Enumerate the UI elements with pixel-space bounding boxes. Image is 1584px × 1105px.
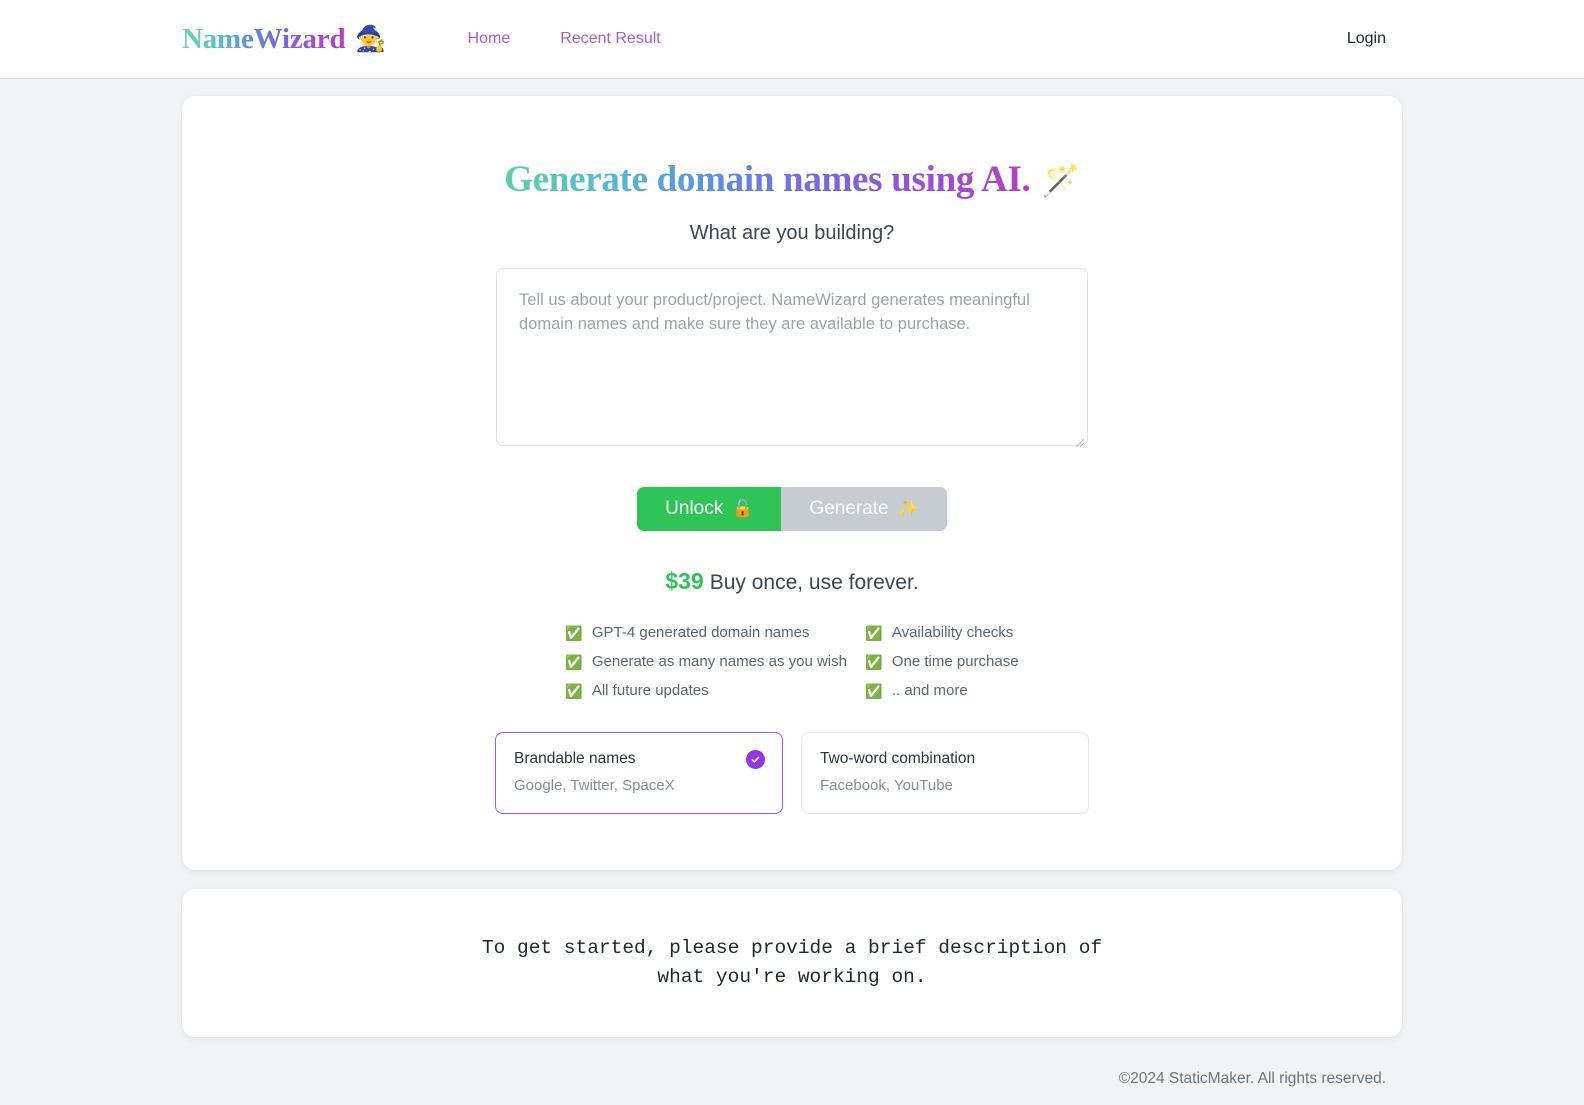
prompt-input[interactable]: [496, 268, 1088, 446]
login-link[interactable]: Login: [1347, 30, 1386, 48]
site-footer: ©2024 StaticMaker. All rights reserved.: [0, 1037, 1584, 1088]
feature-item: ✅ GPT-4 generated domain names: [565, 624, 865, 641]
nav-item-recent-result[interactable]: Recent Result: [560, 30, 661, 48]
unlock-icon: 🔓: [732, 499, 754, 518]
check-icon: ✅: [565, 624, 583, 641]
feature-list: ✅ GPT-4 generated domain names ✅ Availab…: [565, 624, 1018, 699]
unlock-button-label: Unlock: [665, 498, 724, 519]
prompt-wrapper: [496, 245, 1088, 451]
brand-name: NameWizard: [182, 22, 346, 55]
page-title-text: Generate domain names using AI.: [504, 159, 1031, 200]
check-icon: ✅: [565, 682, 583, 699]
generate-button[interactable]: Generate ✨: [781, 487, 947, 531]
feature-label: Generate as many names as you wish: [591, 653, 847, 670]
feature-label: GPT-4 generated domain names: [591, 624, 810, 641]
price-amount: $39: [665, 568, 704, 594]
feature-label: .. and more: [891, 682, 968, 699]
feature-label: Availability checks: [891, 624, 1014, 641]
option-examples: Google, Twitter, SpaceX: [514, 777, 675, 794]
copyright-text: ©2024 StaticMaker. All rights reserved.: [1118, 1070, 1386, 1087]
feature-item: ✅ All future updates: [565, 682, 865, 699]
pricing-line: $39 Buy once, use forever.: [665, 568, 918, 595]
feature-item: ✅ Generate as many names as you wish: [565, 653, 865, 670]
feature-label: All future updates: [591, 682, 709, 699]
check-icon: ✅: [865, 624, 883, 641]
page-body: Generate domain names using AI. 🪄 What a…: [0, 78, 1584, 1037]
check-icon: ✅: [865, 682, 883, 699]
option-title: Two-word combination: [820, 750, 976, 767]
main-nav: Home Recent Result: [468, 30, 661, 48]
option-examples: Facebook, YouTube: [820, 777, 953, 794]
hero-subtitle: What are you building?: [689, 222, 895, 244]
option-title: Brandable names: [514, 750, 636, 767]
name-style-options: Brandable names Google, Twitter, SpaceX …: [495, 732, 1089, 814]
option-card-brandable-names[interactable]: Brandable names Google, Twitter, SpaceX: [495, 732, 783, 814]
status-message: To get started, please provide a brief d…: [481, 937, 1103, 988]
action-buttons: Unlock 🔓 Generate ✨: [637, 487, 947, 531]
feature-item: ✅ One time purchase: [865, 653, 1018, 670]
hero-card: Generate domain names using AI. 🪄 What a…: [182, 96, 1402, 870]
status-card: To get started, please provide a brief d…: [182, 889, 1402, 1037]
selected-check-icon: [746, 750, 765, 769]
feature-item: ✅ .. and more: [865, 682, 1018, 699]
wizard-icon: 🧙: [355, 24, 387, 53]
unlock-button[interactable]: Unlock 🔓: [637, 487, 782, 531]
price-tagline: Buy once, use forever.: [709, 571, 919, 594]
check-icon: ✅: [865, 653, 883, 670]
brand-logo[interactable]: NameWizard 🧙: [182, 23, 387, 56]
generate-button-label: Generate: [809, 498, 889, 519]
magic-wand-icon: 🪄: [1041, 163, 1080, 198]
check-icon: ✅: [565, 653, 583, 670]
feature-item: ✅ Availability checks: [865, 624, 1018, 641]
site-header: NameWizard 🧙 Home Recent Result Login: [0, 0, 1584, 78]
option-card-two-word-combination[interactable]: Two-word combination Facebook, YouTube: [801, 732, 1089, 814]
nav-item-home[interactable]: Home: [468, 30, 511, 48]
sparkles-icon: ✨: [897, 499, 919, 518]
feature-label: One time purchase: [891, 653, 1019, 670]
page-title: Generate domain names using AI. 🪄: [504, 158, 1080, 201]
